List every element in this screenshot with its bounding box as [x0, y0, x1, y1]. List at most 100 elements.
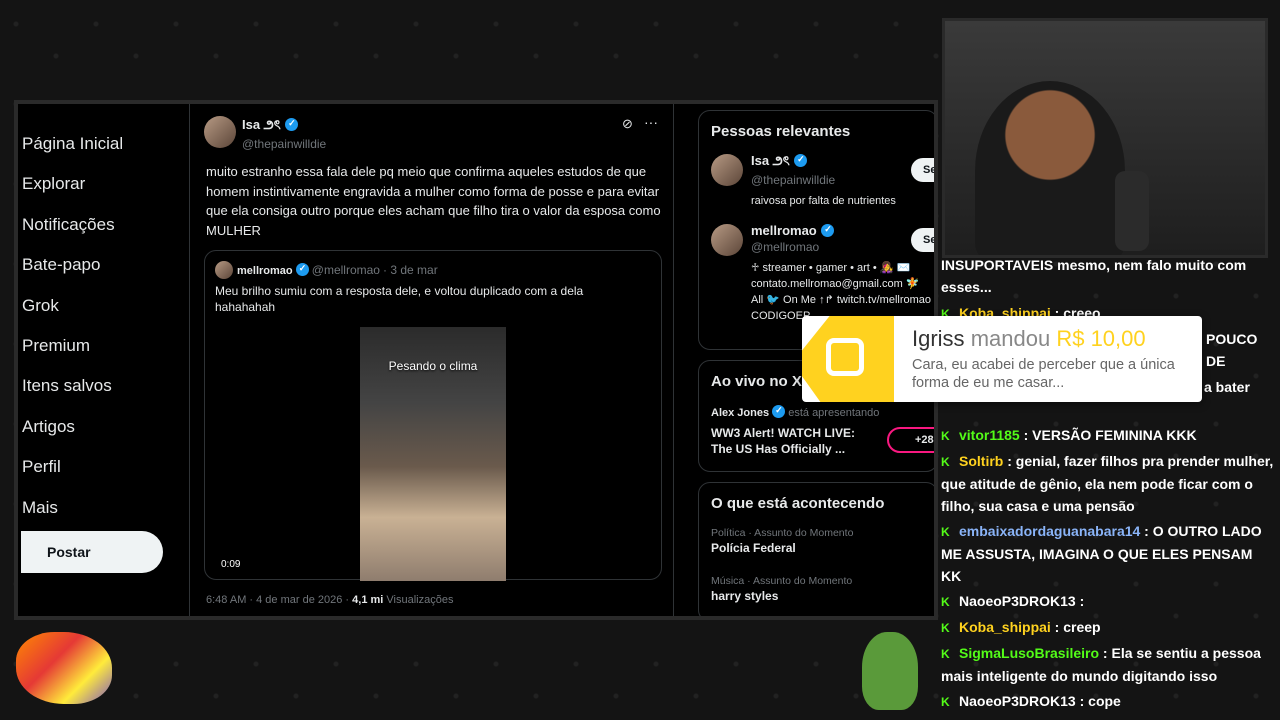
quote-date: · 3 de mar [383, 263, 438, 277]
nav-item-home[interactable]: Página Inicial [18, 124, 123, 164]
tweet-time[interactable]: 6:48 AM · 4 de mar de 2026 · [206, 594, 349, 606]
nav-item-notifications[interactable]: Notificações [18, 205, 123, 245]
trend-item[interactable]: Música · Assunto do Momento harry styles [711, 575, 852, 603]
person-handle: @thepainwilldie [751, 173, 836, 187]
nav-item-profile[interactable]: Perfil [18, 447, 123, 487]
verified-icon [295, 263, 309, 276]
alert-user: Igriss [912, 326, 965, 351]
trend-item[interactable]: Política · Assunto do Momento Polícia Fe… [711, 527, 853, 555]
person-bio-line: contato.mellromao@gmail.com 🧚 [751, 278, 920, 290]
verified-icon [772, 405, 786, 418]
person-bio-line: All 🐦 On Me ↑↱ twitch.tv/mellromao [751, 294, 932, 306]
chat-message: Kembaixadordaguanabara14 : O OUTRO LADO … [941, 523, 1262, 584]
chat-user[interactable]: NaoeoP3DROK13 [959, 693, 1076, 709]
post-button[interactable]: Postar [21, 531, 163, 573]
alert-title: Igriss mandou R$ 10,00 [912, 326, 1146, 352]
video-player[interactable]: Pesando o clima [360, 327, 506, 581]
alert-message: Cara, eu acabei de perceber que a única … [912, 357, 1175, 391]
chat-text: creep [1063, 619, 1101, 635]
webcam-feed [942, 18, 1268, 258]
microphone-icon [1115, 171, 1149, 251]
chat-message-tail: POUCO DE [1206, 331, 1258, 369]
person-bio: raivosa por falta de nutrientes [751, 195, 896, 207]
follow-button[interactable]: Se [911, 158, 934, 182]
chat-message: K NaoeoP3DROK13 : [941, 590, 1275, 613]
nav-item-grok[interactable]: Grok [18, 286, 123, 326]
kick-badge-icon: K [941, 595, 950, 609]
chat-message: K Soltirb : genial, fazer filhos pra pren… [941, 453, 1274, 514]
kick-badge-icon: K [941, 455, 950, 469]
person-handle: @mellromao [751, 240, 820, 254]
person-name: mellromao [751, 223, 817, 238]
trend-topic: Polícia Federal [711, 541, 796, 555]
follow-button[interactable]: Se [911, 228, 934, 252]
more-options-icon[interactable]: ··· [644, 114, 658, 130]
chat-user[interactable]: NaoeoP3DROK13 [959, 593, 1076, 609]
verified-icon [285, 118, 299, 131]
kick-badge-icon: K [941, 621, 950, 635]
tweet-column: Isa ౨ৎ @thepainwilldie ⊘ ··· muito estra… [190, 104, 674, 616]
trending-card: O que está acontecendo Política · Assunt… [698, 482, 934, 616]
live-presenting: está apresentando [788, 407, 880, 419]
trend-meta: Música · Assunto do Momento [711, 575, 853, 587]
tweet-author: Isa ౨ৎ @thepainwilldie [242, 116, 326, 151]
chat-user[interactable]: Koba_shippai [959, 619, 1051, 635]
tweet-meta: 6:48 AM · 4 de mar de 2026 · 4,1 mi Visu… [206, 594, 453, 606]
tweet-text: muito estranho essa fala dele pq meio qu… [206, 164, 661, 238]
author-name[interactable]: Isa ౨ৎ [242, 117, 281, 132]
trend-meta: Política · Assunto do Momento [711, 527, 854, 539]
relevant-people-card: Pessoas relevantes Isa ౨ৎ @thepainwilldi… [698, 110, 934, 350]
chat-message: K Koba_shippai : creep [941, 616, 1275, 639]
nav-item-premium[interactable]: Premium [18, 326, 123, 366]
person-item[interactable]: Isa ౨ৎ @thepainwilldie raivosa por falta… [699, 150, 934, 220]
streamer-figure [975, 81, 1125, 255]
kick-badge-icon: K [941, 525, 950, 539]
chat-message: K NaoeoP3DROK13 : cope [941, 690, 1275, 713]
verified-icon [821, 224, 835, 237]
nav-item-more[interactable]: Mais [18, 488, 123, 528]
kick-badge-icon: K [941, 695, 950, 709]
live-listeners-badge[interactable]: +28 [887, 427, 934, 453]
chat-user[interactable]: embaixadordaguanabara14 [959, 523, 1140, 539]
avatar [711, 154, 743, 186]
quoted-tweet[interactable]: mellromao @mellromao · 3 de mar Meu bril… [204, 250, 662, 581]
nav-item-bookmarks[interactable]: Itens salvos [18, 366, 123, 406]
verified-icon [794, 154, 808, 167]
chat-text: cope [1088, 693, 1121, 709]
kick-badge-icon: K [941, 647, 950, 661]
grok-icon[interactable]: ⊘ [622, 116, 633, 132]
pepe-emote-icon [862, 632, 918, 710]
chat-user[interactable]: vitor1185 [959, 427, 1020, 443]
relevant-title: Pessoas relevantes [711, 123, 851, 140]
chat-message: K SigmaLusoBrasileiro : Ela se sentiu a p… [941, 645, 1261, 684]
nav-item-explore[interactable]: Explorar [18, 164, 123, 204]
quote-author: mellromao @mellromao · 3 de mar [237, 263, 438, 277]
video-caption: Pesando o clima [388, 359, 478, 373]
avatar [711, 224, 743, 256]
alert-verb: mandou [970, 326, 1051, 351]
chat-user[interactable]: Soltirb [959, 453, 1003, 469]
chat-message: INSUPORTAVEIS mesmo, nem falo muito com … [941, 257, 1247, 295]
emote-decoration-icon [16, 632, 112, 704]
alert-logo-icon [802, 316, 894, 402]
sidebar-nav: Página Inicial Explorar Notificações Bat… [18, 104, 190, 616]
nav-item-articles[interactable]: Artigos [18, 407, 123, 447]
chat-text: VERSÃO FEMININA KKK [1032, 427, 1197, 443]
avatar[interactable] [204, 116, 236, 148]
person-name: Isa ౨ৎ [751, 153, 790, 168]
quote-text: Meu brilho sumiu com a resposta dele, e … [215, 284, 584, 314]
views-count: 4,1 mi [352, 594, 384, 606]
live-count: +28 [915, 434, 934, 446]
nav-item-messages[interactable]: Bate-papo [18, 245, 123, 285]
trend-topic: harry styles [711, 589, 779, 603]
live-host-name: Alex Jones [711, 407, 770, 419]
live-headline[interactable]: WW3 Alert! WATCH LIVE: The US Has Offici… [711, 425, 871, 457]
trending-title: O que está acontecendo [711, 495, 885, 512]
chat-message: Kvitor1185 : VERSÃO FEMININA KKK [941, 424, 1275, 447]
live-host: Alex Jones está apresentando [711, 405, 879, 419]
browser-frame: Página Inicial Explorar Notificações Bat… [14, 100, 938, 620]
author-handle[interactable]: @thepainwilldie [242, 137, 326, 151]
avatar [215, 261, 233, 279]
quote-author-name: mellromao [237, 265, 293, 277]
chat-user[interactable]: SigmaLusoBrasileiro [959, 645, 1099, 661]
